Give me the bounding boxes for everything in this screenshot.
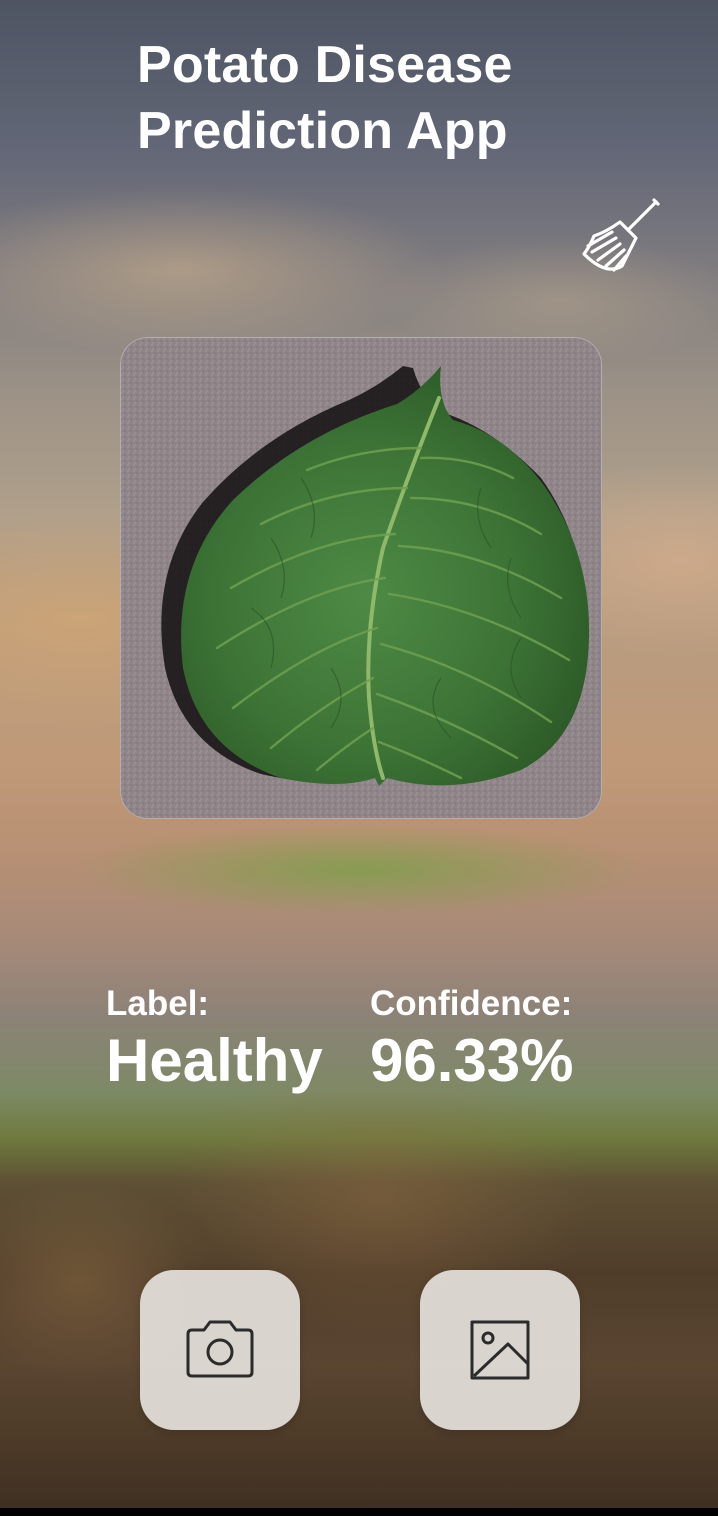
result-label-block: Label: Healthy xyxy=(106,983,323,1097)
page-title: Potato Disease Prediction App xyxy=(137,32,617,164)
title-line-2: Prediction App xyxy=(137,102,508,160)
leaf-image xyxy=(121,338,601,818)
confidence-caption: Confidence: xyxy=(370,984,573,1023)
app-screen: Potato Disease Prediction App Label: Hea… xyxy=(0,0,718,1516)
gallery-button[interactable] xyxy=(420,1270,580,1430)
broom-icon xyxy=(582,198,660,272)
clear-button[interactable] xyxy=(576,196,664,280)
camera-icon xyxy=(186,1320,254,1378)
system-nav-bar xyxy=(0,1508,718,1516)
title-line-1: Potato Disease xyxy=(137,36,513,94)
leaf-image-card xyxy=(120,337,602,819)
image-gallery-icon xyxy=(470,1320,530,1380)
confidence-value: 96.33% xyxy=(370,1027,574,1094)
label-caption: Label: xyxy=(106,984,210,1023)
camera-button[interactable] xyxy=(140,1270,300,1430)
result-confidence-block: Confidence: 96.33% xyxy=(370,983,574,1097)
label-value: Healthy xyxy=(106,1027,323,1094)
